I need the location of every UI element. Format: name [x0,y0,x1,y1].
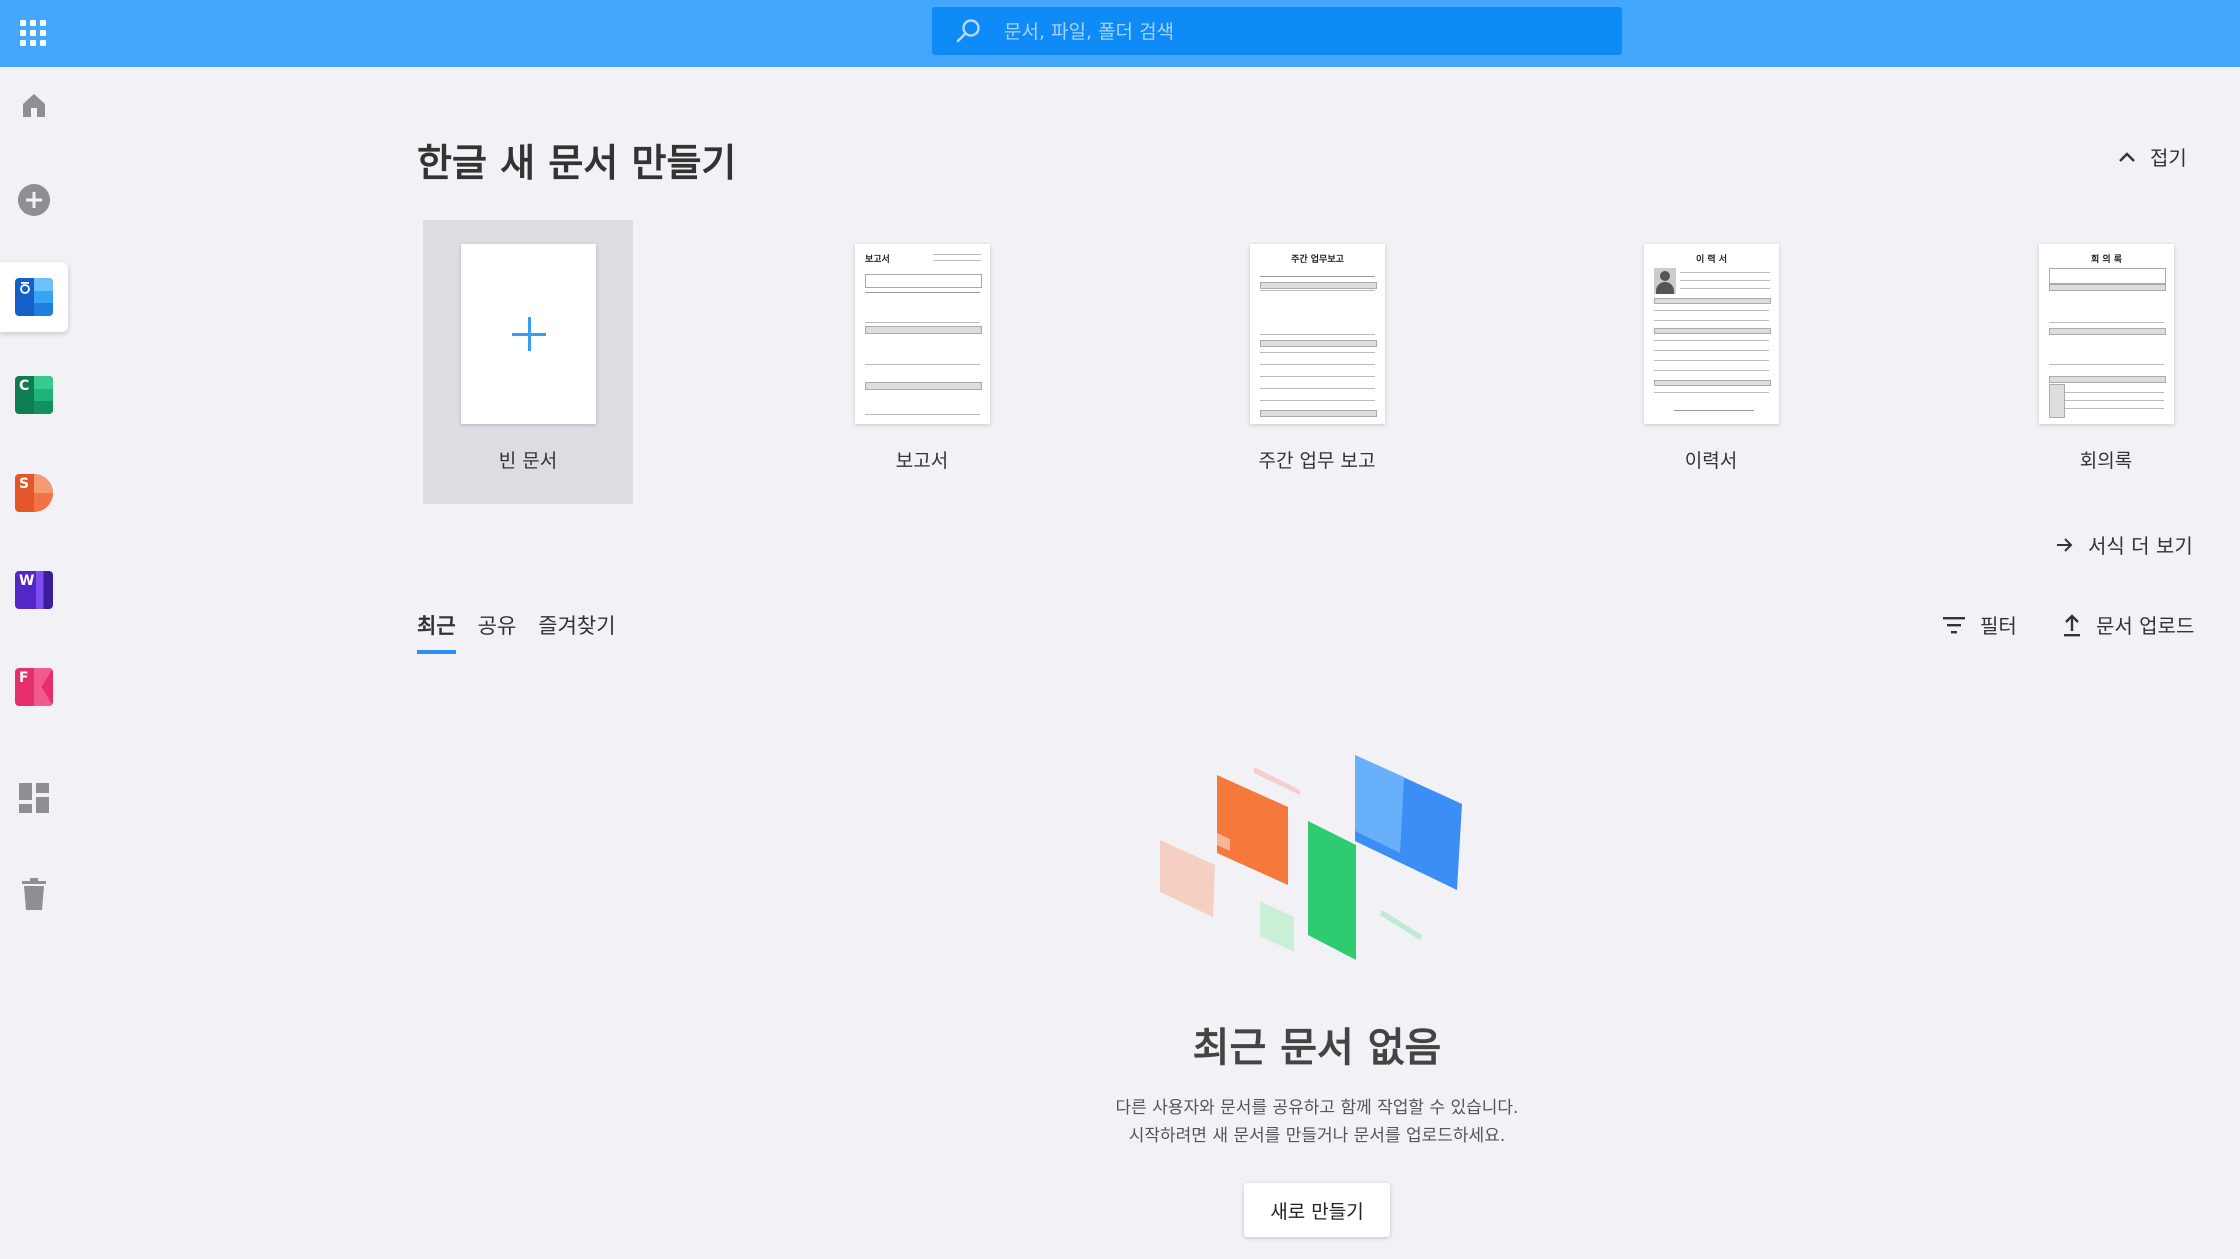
template-minutes[interactable]: 회 의 록 회의록 [2001,220,2211,504]
thumb-title: 이 력 서 [1695,255,1728,265]
app-grid-icon[interactable] [18,18,48,48]
empty-state-description: 다른 사용자와 문서를 공유하고 함께 작업할 수 있습니다. 시작하려면 새 … [1000,1094,1634,1150]
form-app-icon: F [15,668,53,706]
tab-recent[interactable]: 최근 [417,610,456,654]
cell-app-icon: C [15,376,53,414]
search-input[interactable] [1002,7,1606,57]
cell-letter: C [19,378,30,394]
empty-state-line-2: 시작하려면 새 문서를 만들거나 문서를 업로드하세요. [1128,1126,1506,1146]
arrow-right-icon [2057,537,2073,552]
sidebar-item-form[interactable]: F [0,654,68,720]
template-thumbnail [461,244,596,424]
collapse-label: 접기 [2150,146,2187,170]
filter-button[interactable]: 필터 [1942,610,2017,639]
upload-icon [2064,613,2080,636]
page-title: 한글 새 문서 만들기 [417,141,737,185]
sidebar-item-hangul[interactable] [0,262,68,332]
template-label: 보고서 [895,450,949,472]
sidebar-item-new[interactable] [0,167,68,233]
more-templates-button[interactable]: 서식 더 보기 [2056,530,2193,559]
collapse-button[interactable]: 접기 [2118,142,2187,171]
thumb-title: 회 의 록 [2090,255,2123,265]
hangul-app-icon [15,278,53,316]
template-label: 주간 업무 보고 [1258,450,1376,472]
search-icon [956,19,980,43]
chevron-up-icon [2119,151,2135,162]
home-icon [23,94,45,117]
template-blank[interactable]: 빈 문서 [423,220,633,504]
template-resume[interactable]: 이 력 서 이력서 [1606,220,1816,504]
word-letter: W [19,573,35,589]
trash-icon [22,878,46,910]
empty-state-title: 최근 문서 없음 [1192,1025,1442,1071]
create-new-button[interactable]: 새로 만들기 [1244,1183,1390,1237]
plus-icon [511,317,546,351]
sidebar-item-trash[interactable] [0,861,68,927]
template-report[interactable]: 보고서 보고서 [817,220,1027,504]
top-bar [0,0,2240,67]
sidebar-item-cell[interactable]: C [0,362,68,428]
empty-state-line-1: 다른 사용자와 문서를 공유하고 함께 작업할 수 있습니다. [1115,1098,1519,1118]
tab-favorites[interactable]: 즐겨찾기 [538,610,615,654]
sidebar-item-show[interactable]: S [0,460,68,526]
upload-label: 문서 업로드 [2096,614,2195,638]
sidebar-item-word[interactable]: W [0,557,68,623]
search-box[interactable] [932,7,1622,57]
sidebar-item-home[interactable] [0,72,68,138]
tab-shared[interactable]: 공유 [478,610,517,654]
template-thumbnail: 회 의 록 [2039,244,2174,424]
word-app-icon: W [15,571,53,609]
thumb-title: 주간 업무보고 [1291,255,1344,265]
template-label: 이력서 [1684,450,1738,472]
empty-documents-illustration [1160,755,1462,960]
sidebar-item-dashboard[interactable] [0,765,68,831]
thumb-title: 보고서 [865,255,890,265]
show-app-icon: S [15,474,53,512]
form-letter: F [19,670,29,686]
filter-icon [1943,616,1965,633]
sidebar: C S W F [0,67,68,1259]
template-label: 빈 문서 [498,450,558,472]
filter-label: 필터 [1980,614,2017,638]
more-templates-label: 서식 더 보기 [2088,534,2193,558]
template-thumbnail: 보고서 [855,244,990,424]
plus-circle-icon [18,184,50,216]
dashboard-icon [19,783,49,813]
photo-placeholder-icon [1654,268,1676,294]
document-tabs: 최근 공유 즐겨찾기 [417,610,616,654]
show-letter: S [19,476,30,492]
template-thumbnail: 이 력 서 [1644,244,1779,424]
template-label: 회의록 [2079,450,2133,472]
template-thumbnail: 주간 업무보고 [1250,244,1385,424]
template-weekly-report[interactable]: 주간 업무보고 주간 업무 보고 [1212,220,1422,504]
upload-button[interactable]: 문서 업로드 [2062,610,2194,639]
